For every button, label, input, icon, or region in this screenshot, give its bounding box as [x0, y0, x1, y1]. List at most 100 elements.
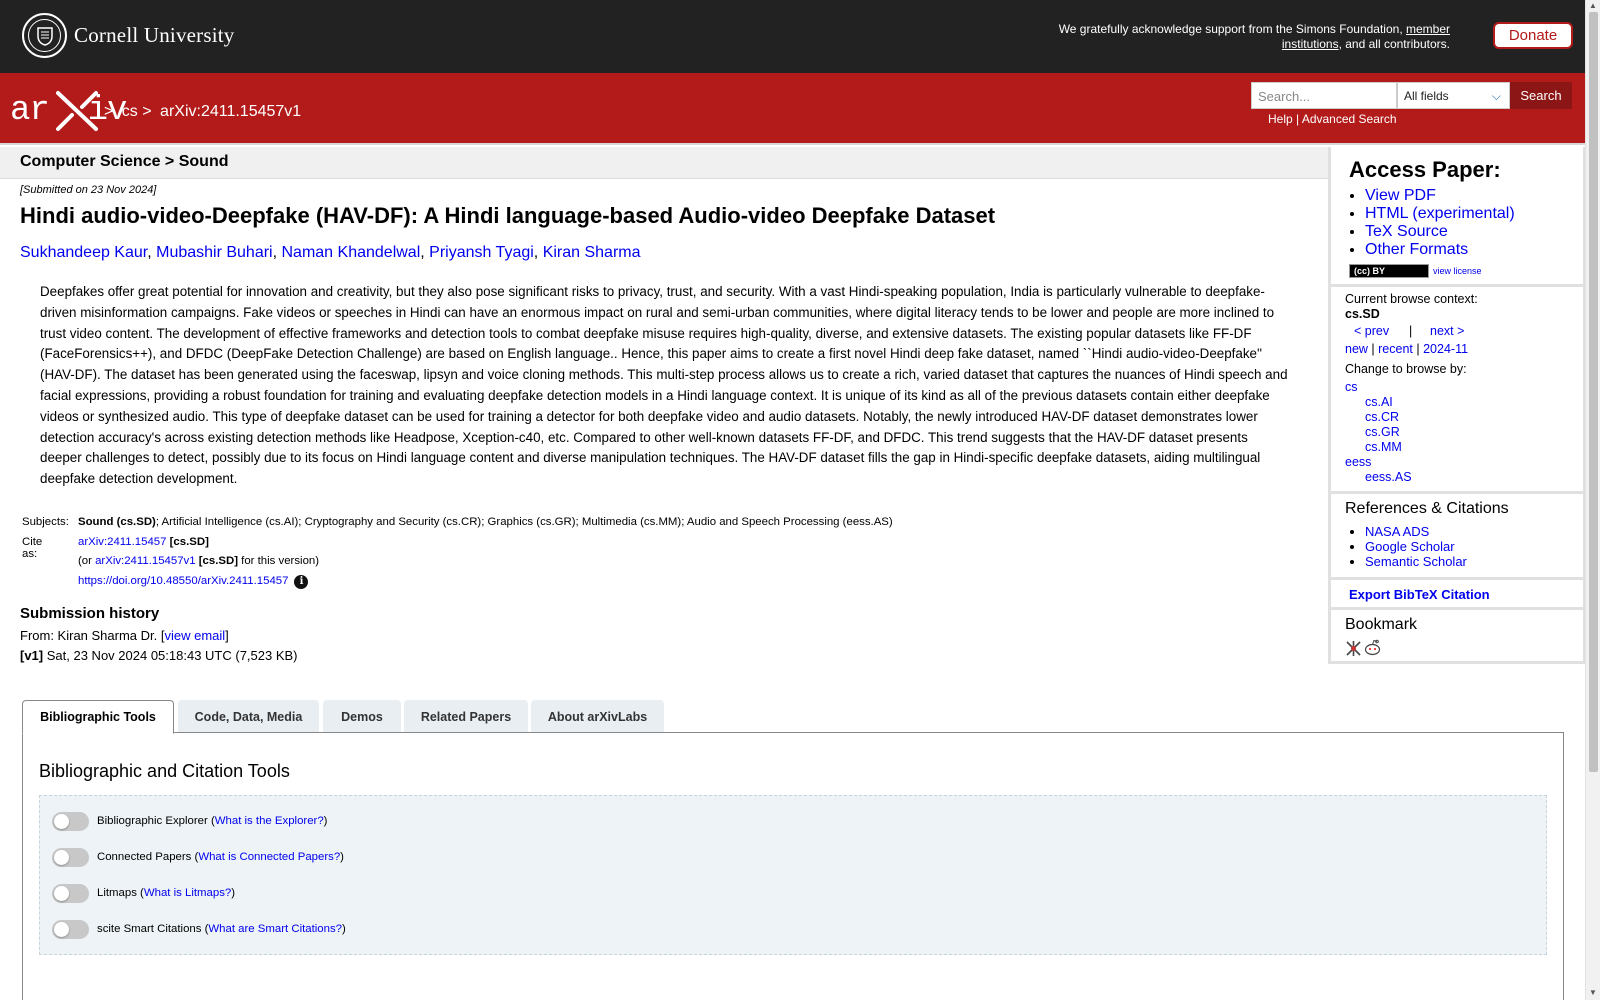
submission-history-heading: Submission history — [20, 605, 160, 622]
link-separator: | — [1292, 112, 1302, 126]
browse-cs-cr[interactable]: cs.CR — [1365, 410, 1399, 424]
nasa-ads-link[interactable]: NASA ADS — [1365, 524, 1429, 539]
view-license-link[interactable]: view license — [1433, 266, 1482, 276]
tool-help-link[interactable]: What is Connected Papers? — [198, 851, 340, 863]
other-subjects: ; Artificial Intelligence (cs.AI); Crypt… — [155, 516, 893, 528]
ack-tail: , and all contributors. — [1338, 37, 1450, 51]
bookmark-heading: Bookmark — [1345, 616, 1418, 633]
tool-name: Connected Papers — [97, 851, 192, 863]
tab-related-papers[interactable]: Related Papers — [404, 700, 528, 733]
cite-id-link[interactable]: arXiv:2411.15457 — [78, 536, 166, 548]
author-link[interactable]: Sukhandeep Kaur — [20, 244, 147, 261]
breadcrumb: > cs > arXiv:2411.15457v1 — [104, 103, 305, 121]
bibtex-box: Export BibTeX Citation — [1331, 580, 1583, 610]
cite-category: [cs.SD] — [169, 535, 209, 548]
cite-version-link[interactable]: arXiv:2411.15457v1 — [95, 555, 195, 567]
semantic-scholar-link[interactable]: Semantic Scholar — [1365, 554, 1467, 569]
tab-bibliographic-tools[interactable]: Bibliographic Tools — [22, 700, 174, 734]
search-field-value: All fields — [1404, 89, 1449, 103]
cite-version-tail: for this version) — [241, 555, 320, 567]
tool-litmaps: Litmaps (What is Litmaps?) — [52, 883, 235, 903]
author-link[interactable]: Kiran Sharma — [543, 244, 641, 261]
author-link[interactable]: Mubashir Buhari — [156, 244, 273, 261]
advanced-search-link[interactable]: Advanced Search — [1302, 112, 1397, 126]
google-scholar-link[interactable]: Google Scholar — [1365, 539, 1455, 554]
arxiv-page: Cornell University We gratefully acknowl… — [0, 0, 1585, 1000]
browse-cs-gr[interactable]: cs.GR — [1365, 425, 1400, 439]
other-formats-link[interactable]: Other Formats — [1365, 241, 1468, 258]
browse-context-label: Current browse context: — [1345, 292, 1478, 306]
author-list: Sukhandeep Kaur, Mubashir Buhari, Naman … — [20, 244, 641, 261]
tool-help-link[interactable]: What is Litmaps? — [144, 887, 231, 899]
tab-code-data-media[interactable]: Code, Data, Media — [178, 700, 319, 733]
from-text: From: Kiran Sharma Dr. [ — [20, 628, 165, 643]
browse-cs[interactable]: cs — [1345, 380, 1358, 394]
bibsonomy-icon[interactable] — [1345, 640, 1362, 657]
tool-connected-papers: Connected Papers (What is Connected Pape… — [52, 847, 344, 867]
view-pdf-link[interactable]: View PDF — [1365, 187, 1436, 204]
toggle-switch[interactable] — [52, 883, 89, 903]
next-link[interactable]: next > — [1430, 324, 1464, 338]
nav-separator: | — [1409, 324, 1413, 338]
cite-category: [cs.SD] — [198, 555, 238, 567]
browse-cs-mm[interactable]: cs.MM — [1365, 440, 1402, 454]
references-box: References & Citations NASA ADS Google S… — [1331, 494, 1583, 580]
right-sidebar: Access Paper: View PDF HTML (experimenta… — [1328, 147, 1585, 664]
tab-about-arxivlabs[interactable]: About arXivLabs — [531, 700, 664, 733]
submitted-date: [Submitted on 23 Nov 2024] — [20, 184, 157, 196]
category-title: Computer Science > Sound — [20, 153, 229, 170]
tool-help-link[interactable]: What is the Explorer? — [215, 815, 324, 827]
info-icon[interactable]: i — [294, 574, 309, 589]
breadcrumb-sep: > — [104, 103, 114, 120]
browse-cs-ai[interactable]: cs.AI — [1365, 395, 1393, 409]
scroll-up-icon[interactable]: ▲ — [1589, 1, 1597, 10]
recent-link[interactable]: recent — [1378, 342, 1413, 356]
view-email-link[interactable]: view email — [164, 628, 225, 643]
tab-panel: Bibliographic and Citation Tools Bibliog… — [22, 732, 1564, 1000]
export-bibtex-link[interactable]: Export BibTeX Citation — [1349, 587, 1490, 602]
scroll-down-icon[interactable]: ▼ — [1589, 988, 1597, 997]
tex-source-link[interactable]: TeX Source — [1365, 223, 1448, 240]
ack-text: We gratefully acknowledge support from t… — [1058, 22, 1406, 36]
new-link[interactable]: new — [1345, 342, 1368, 356]
browse-context-value: cs.SD — [1345, 307, 1380, 321]
search-field-select[interactable]: All fields ⌵ — [1397, 82, 1510, 109]
acknowledgement: We gratefully acknowledge support from t… — [1030, 22, 1450, 52]
tab-demos[interactable]: Demos — [323, 700, 401, 733]
search-input[interactable]: Search... — [1251, 82, 1397, 109]
author-link[interactable]: Priyansh Tyagi — [429, 244, 534, 261]
tools-box: Bibliographic Explorer (What is the Expl… — [39, 795, 1547, 955]
page-scrollbar[interactable]: ▲ ▼ — [1585, 0, 1600, 1000]
browse-context-box: Current browse context: cs.SD < prev | n… — [1331, 287, 1583, 494]
donate-button[interactable]: Donate — [1493, 22, 1573, 49]
cc-by-badge[interactable]: (cc) BY — [1349, 264, 1429, 278]
access-links: View PDF HTML (experimental) TeX Source … — [1365, 187, 1515, 259]
tool-name: Bibliographic Explorer — [97, 815, 208, 827]
scrollbar-thumb[interactable] — [1589, 12, 1598, 772]
cite-or: (or — [78, 555, 96, 567]
access-paper-box: Access Paper: View PDF HTML (experimenta… — [1331, 147, 1583, 287]
tool-name: scite Smart Citations — [97, 923, 202, 935]
breadcrumb-cs[interactable]: cs — [122, 103, 138, 120]
help-link[interactable]: Help — [1268, 112, 1293, 126]
university-name: Cornell University — [74, 23, 235, 47]
toggle-switch[interactable] — [52, 811, 89, 831]
references-heading: References & Citations — [1345, 500, 1509, 517]
toggle-switch[interactable] — [52, 919, 89, 939]
license: (cc) BY view license — [1349, 264, 1482, 278]
author-link[interactable]: Naman Khandelwal — [282, 244, 421, 261]
html-link[interactable]: HTML (experimental) — [1365, 205, 1515, 222]
prev-link[interactable]: < prev — [1354, 324, 1389, 338]
references-list: NASA ADS Google Scholar Semantic Scholar — [1365, 524, 1467, 569]
doi-link[interactable]: https://doi.org/10.48550/arXiv.2411.1545… — [78, 575, 288, 587]
browse-eess[interactable]: eess — [1345, 455, 1371, 469]
browse-eess-as[interactable]: eess.AS — [1365, 470, 1412, 484]
reddit-icon[interactable] — [1364, 639, 1381, 656]
tool-help-link[interactable]: What are Smart Citations? — [208, 923, 342, 935]
bookmark-box: Bookmark — [1331, 610, 1583, 664]
month-link[interactable]: 2024-11 — [1423, 342, 1468, 356]
search-button[interactable]: Search — [1510, 82, 1572, 109]
toggle-switch[interactable] — [52, 847, 89, 867]
paper-title: Hindi audio-video-Deepfake (HAV-DF): A H… — [20, 203, 996, 228]
cornell-logo[interactable]: Cornell University — [22, 13, 235, 58]
